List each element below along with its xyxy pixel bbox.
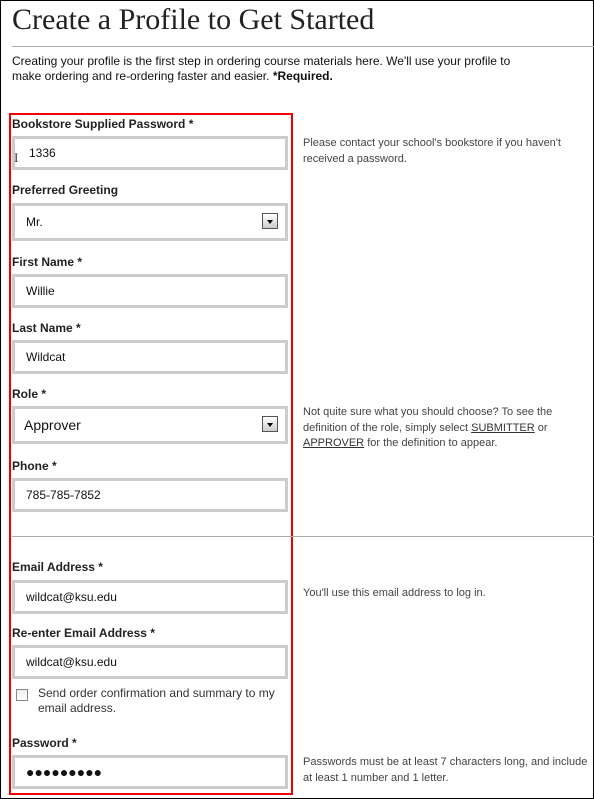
divider: [12, 46, 594, 47]
role-value: Approver: [24, 417, 81, 433]
email-confirm-label: Re-enter Email Address *: [12, 626, 155, 640]
email-label: Email Address *: [12, 560, 103, 574]
phone-input[interactable]: 785-785-7852: [12, 478, 288, 512]
phone-label: Phone *: [12, 459, 57, 473]
intro-body: Creating your profile is the first step …: [12, 54, 511, 83]
password-label: Password *: [12, 736, 77, 750]
send-confirmation-label: Send order confirmation and summary to m…: [38, 686, 275, 715]
password-input[interactable]: ●●●●●●●●●: [12, 755, 288, 789]
submitter-link[interactable]: SUBMITTER: [471, 422, 535, 434]
intro-text: Creating your profile is the first step …: [12, 54, 522, 84]
last-name-label: Last Name *: [12, 321, 81, 335]
role-help-text: or: [534, 421, 548, 434]
greeting-label: Preferred Greeting: [12, 183, 119, 197]
dropdown-arrow-icon[interactable]: [262, 416, 278, 432]
role-select[interactable]: Approver: [12, 406, 288, 444]
email-help: You'll use this email address to log in.: [303, 587, 486, 599]
email-confirm-input[interactable]: wildcat@ksu.edu: [12, 645, 288, 679]
first-name-label: First Name *: [12, 255, 83, 269]
bookstore-password-help: Please contact your school's bookstore i…: [303, 137, 561, 165]
last-name-input[interactable]: Wildcat: [12, 340, 288, 374]
required-note: *Required.: [272, 69, 333, 83]
approver-link[interactable]: APPROVER: [303, 437, 364, 449]
dropdown-arrow-icon[interactable]: [262, 213, 278, 229]
greeting-select[interactable]: Mr.: [12, 203, 288, 241]
email-input[interactable]: wildcat@ksu.edu: [12, 580, 288, 614]
page-title: Create a Profile to Get Started: [12, 3, 375, 36]
bookstore-password-input[interactable]: 1336: [12, 136, 288, 170]
send-confirmation-checkbox[interactable]: [16, 689, 28, 701]
text-cursor-icon: I: [14, 150, 19, 165]
role-label: Role *: [12, 387, 47, 401]
bookstore-password-label: Bookstore Supplied Password *: [12, 117, 194, 131]
password-help: Passwords must be at least 7 characters …: [303, 756, 588, 784]
greeting-value: Mr.: [26, 215, 43, 229]
section-divider: [12, 536, 594, 537]
role-help-text: for the definition to appear.: [364, 437, 498, 449]
role-help: Not quite sure what you should choose? T…: [303, 405, 588, 452]
first-name-input[interactable]: Willie: [12, 274, 288, 308]
